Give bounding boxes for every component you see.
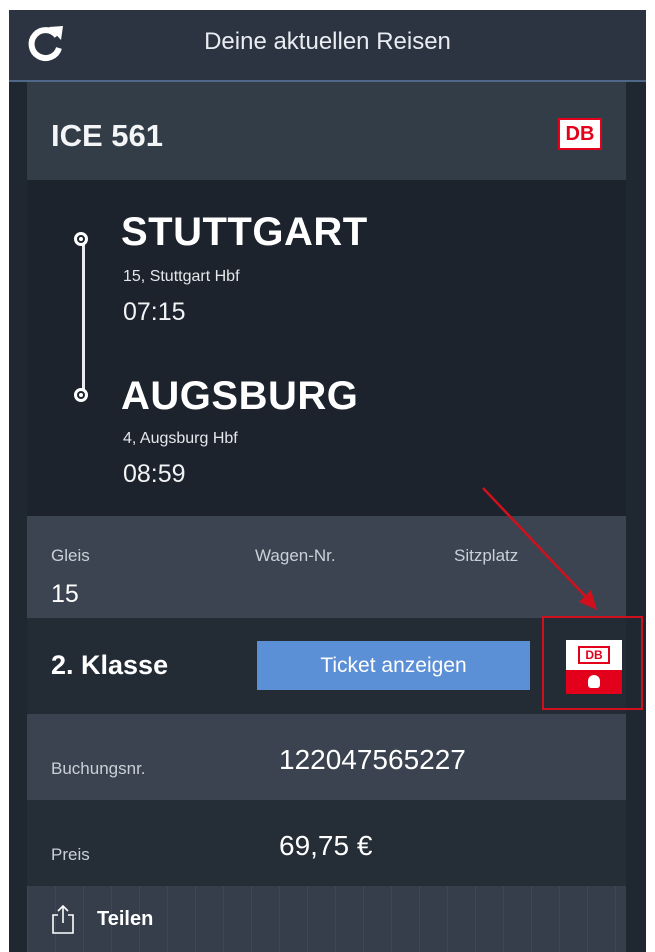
route-line [82, 238, 85, 392]
ticket-row: 2. Klasse Ticket anzeigen DB [27, 618, 626, 714]
share-button[interactable]: Teilen [27, 886, 626, 952]
departure-station: STUTTGART [121, 210, 368, 254]
db-navigator-icon-top: DB [566, 640, 622, 670]
share-label: Teilen [97, 908, 154, 930]
db-navigator-icon[interactable]: DB [566, 640, 622, 694]
show-ticket-button[interactable]: Ticket anzeigen [257, 641, 530, 690]
train-header: ICE 561 DB [27, 82, 626, 180]
price-label: Preis [51, 845, 90, 864]
booking-number: 122047565227 [279, 744, 466, 775]
top-bar: Deine aktuellen Reisen [9, 10, 646, 82]
page-title: Deine aktuellen Reisen [204, 28, 451, 55]
route-section: STUTTGART 15, Stuttgart Hbf 07:15 AUGSBU… [27, 180, 626, 516]
arrival-time: 08:59 [123, 460, 186, 488]
departure-platform: 15, Stuttgart Hbf [123, 268, 240, 285]
share-icon [52, 904, 74, 934]
price-row: Preis 69,75 € [27, 800, 626, 886]
arrival-platform: 4, Augsburg Hbf [123, 430, 238, 447]
db-logo: DB [558, 118, 602, 150]
price-value: 69,75 € [279, 830, 373, 861]
sitzplatz-label: Sitzplatz [454, 546, 519, 565]
departure-dot-icon [74, 232, 88, 246]
train-name: ICE 561 [51, 118, 164, 153]
departure-time: 07:15 [123, 298, 186, 326]
wagen-label: Wagen-Nr. [255, 546, 336, 565]
app-screen: Deine aktuellen Reisen ICE 561 DB STUTTG… [9, 10, 646, 952]
klasse-label: 2. Klasse [51, 650, 169, 680]
booking-row: Buchungsnr. 122047565227 [27, 714, 626, 800]
arrival-dot-icon [74, 388, 88, 402]
arrival-station: AUGSBURG [121, 374, 359, 418]
seat-info: Gleis 15 Wagen-Nr. Sitzplatz [27, 516, 626, 618]
db-navigator-icon-bottom [566, 670, 622, 694]
db-navigator-logo: DB [578, 646, 610, 664]
gleis-value: 15 [51, 580, 79, 608]
gleis-label: Gleis [51, 546, 90, 565]
booking-label: Buchungsnr. [51, 759, 146, 778]
